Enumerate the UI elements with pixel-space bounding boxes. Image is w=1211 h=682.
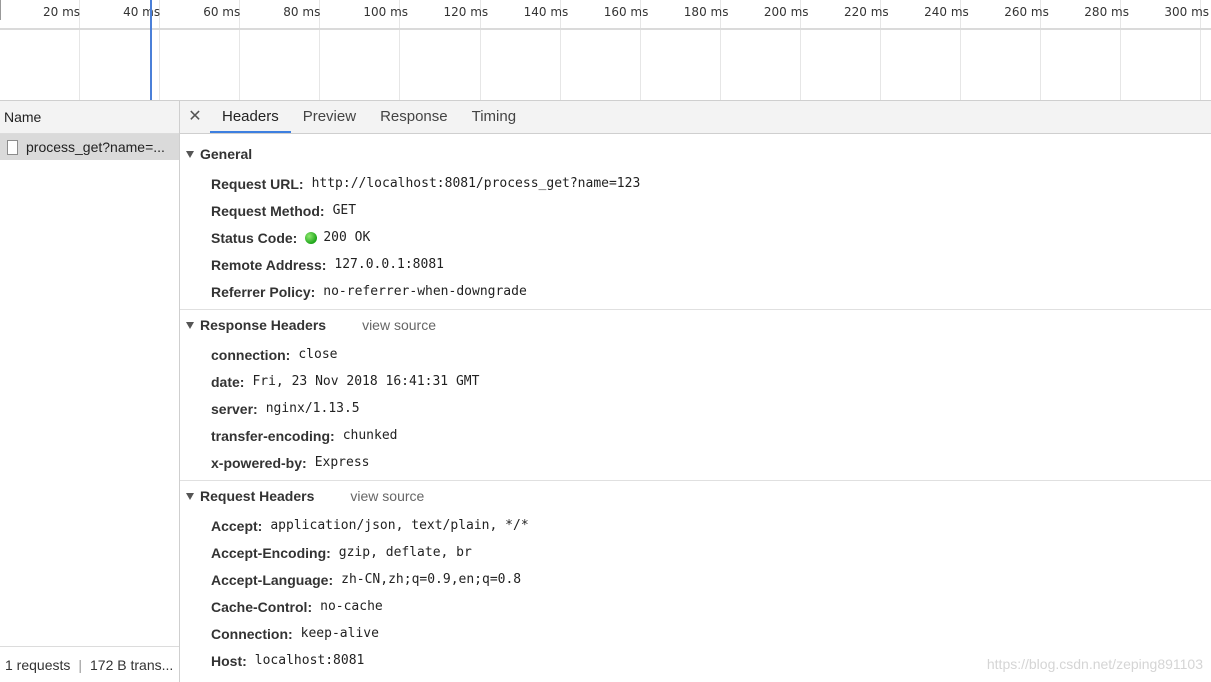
timeline-tick-label: 260 ms	[1004, 5, 1049, 19]
header-key: transfer-encoding:	[211, 427, 335, 444]
expand-triangle-icon	[186, 150, 194, 158]
timeline-origin-tick	[0, 0, 1, 20]
header-row: Connection: keep-alive	[180, 620, 1211, 647]
timeline-tick-label: 280 ms	[1084, 5, 1129, 19]
section-divider	[180, 480, 1211, 481]
timeline-tick-label: 220 ms	[844, 5, 889, 19]
header-key: Cache-Control:	[211, 598, 313, 615]
header-key: Referrer Policy:	[211, 283, 316, 300]
header-value: 127.0.0.1:8081	[334, 257, 444, 272]
header-value: close	[298, 347, 338, 362]
header-key: x-powered-by:	[211, 454, 307, 471]
response-headers-section-header[interactable]: Response Headers view source	[180, 312, 1211, 338]
header-value: Express	[314, 455, 370, 470]
header-key: Status Code:	[211, 229, 298, 246]
header-value: gzip, deflate, br	[338, 545, 472, 560]
timeline-tick-label: 80 ms	[283, 5, 321, 19]
request-headers-title: Request Headers	[200, 488, 315, 504]
header-value: localhost:8081	[254, 653, 365, 668]
header-row: connection: close	[180, 341, 1211, 368]
timeline-tick-label: 20 ms	[43, 5, 81, 19]
header-key: Request URL:	[211, 175, 304, 192]
request-row[interactable]: process_get?name=...	[0, 134, 179, 160]
timeline-tick-label: 180 ms	[683, 5, 729, 19]
request-count: 1 requests	[5, 656, 71, 673]
view-source-link[interactable]: view source	[350, 488, 424, 504]
header-key: Host:	[211, 652, 247, 669]
timeline-tick-label: 140 ms	[523, 5, 569, 19]
view-source-link[interactable]: view source	[362, 317, 436, 333]
timeline-overview[interactable]: 20 ms 40 ms 60 ms 80 ms 100 ms 120 ms 140 ms 16…	[0, 0, 1211, 101]
timeline-tick-label: 100 ms	[363, 5, 409, 19]
header-key: connection:	[211, 346, 291, 363]
status-separator: |	[78, 656, 83, 673]
general-section-title: General	[200, 146, 253, 162]
header-value: no-referrer-when-downgrade	[323, 284, 527, 299]
header-row: Request Method: GET	[180, 197, 1211, 224]
expand-triangle-icon	[186, 492, 194, 500]
timeline-tick-label: 60 ms	[203, 5, 241, 19]
status-bar: 1 requests | 172 B trans...	[0, 646, 179, 682]
timeline-tick-label: 40 ms	[123, 5, 161, 19]
header-row: Remote Address: 127.0.0.1:8081	[180, 251, 1211, 278]
watermark: https://blog.csdn.net/zeping891103	[986, 656, 1203, 672]
details-tab-bar: ✕ Headers Preview Response Timing	[180, 101, 1211, 134]
header-value: http://localhost:8081/process_get?name=1…	[311, 176, 641, 191]
header-value: zh-CN,zh;q=0.9,en;q=0.8	[341, 572, 522, 587]
timeline-tick-label: 240 ms	[924, 5, 969, 19]
header-row: x-powered-by: Express	[180, 449, 1211, 476]
header-value: GET	[332, 203, 357, 218]
header-value: chunked	[342, 428, 398, 443]
timeline-tick-label: 120 ms	[443, 5, 489, 19]
response-headers-title: Response Headers	[200, 317, 327, 333]
header-row: Cache-Control: no-cache	[180, 593, 1211, 620]
timeline-tick-label: 160 ms	[603, 5, 649, 19]
header-row: server: nginx/1.13.5	[180, 395, 1211, 422]
close-icon[interactable]: ✕	[180, 101, 210, 133]
request-headers-section-header[interactable]: Request Headers view source	[180, 483, 1211, 509]
timeline-tick-label: 300 ms	[1164, 5, 1210, 19]
tab-preview[interactable]: Preview	[291, 101, 368, 133]
tab-timing[interactable]: Timing	[460, 101, 528, 133]
header-value: no-cache	[320, 599, 383, 614]
timeline-header-divider	[0, 28, 1211, 30]
header-value: nginx/1.13.5	[265, 401, 360, 416]
header-key: Remote Address:	[211, 256, 327, 273]
header-key: server:	[211, 400, 258, 417]
header-key: Accept-Encoding:	[211, 544, 331, 561]
header-row: Accept: application/json, text/plain, */…	[180, 512, 1211, 539]
header-key: Request Method:	[211, 202, 325, 219]
header-row: date: Fri, 23 Nov 2018 16:41:31 GMT	[180, 368, 1211, 395]
header-row: transfer-encoding: chunked	[180, 422, 1211, 449]
section-divider	[180, 309, 1211, 310]
status-ok-icon	[305, 231, 318, 244]
header-key: Connection:	[211, 625, 293, 642]
header-row: Status Code: 200 OK	[180, 224, 1211, 251]
header-key: Accept-Language:	[211, 571, 334, 588]
header-row: Referrer Policy: no-referrer-when-downgr…	[180, 278, 1211, 305]
transferred-size: 172 B trans...	[90, 656, 174, 673]
timeline-request-marker	[150, 0, 152, 100]
header-key: date:	[211, 373, 245, 390]
name-column-header[interactable]: Name	[0, 101, 179, 134]
header-value: application/json, text/plain, */*	[270, 518, 529, 533]
header-value: 200 OK	[323, 230, 371, 245]
general-section-header[interactable]: General	[180, 141, 1211, 167]
request-list-panel: Name process_get?name=... 1 requests | 1…	[0, 101, 180, 682]
request-details-panel: ✕ Headers Preview Response Timing Genera…	[180, 101, 1211, 682]
document-icon	[7, 139, 18, 155]
header-row: Accept-Language: zh-CN,zh;q=0.9,en;q=0.8	[180, 566, 1211, 593]
header-value: Fri, 23 Nov 2018 16:41:31 GMT	[252, 374, 480, 389]
expand-triangle-icon	[186, 321, 194, 329]
tab-headers[interactable]: Headers	[210, 101, 291, 133]
header-row: Request URL: http://localhost:8081/proce…	[180, 170, 1211, 197]
tab-response[interactable]: Response	[368, 101, 460, 133]
header-value: keep-alive	[300, 626, 379, 641]
request-name: process_get?name=...	[26, 139, 165, 155]
header-row: Accept-Encoding: gzip, deflate, br	[180, 539, 1211, 566]
timeline-tick-label: 200 ms	[763, 5, 809, 19]
header-key: Accept:	[211, 517, 263, 534]
